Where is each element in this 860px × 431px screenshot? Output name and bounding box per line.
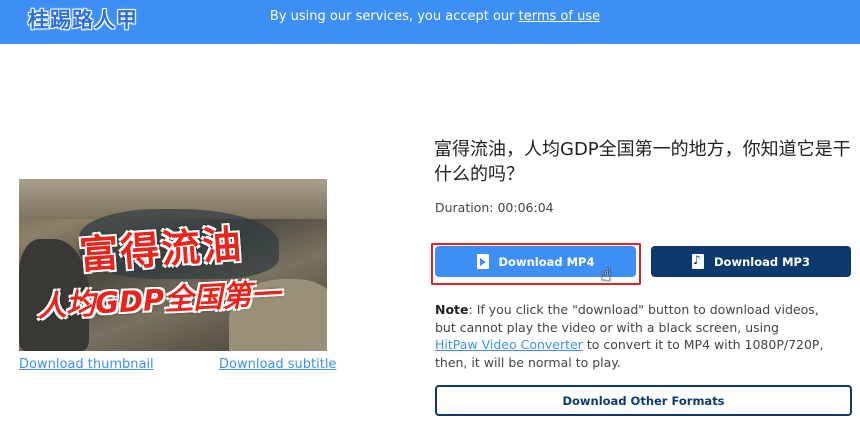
terms-notice-text: By using our services, you accept our <box>269 9 519 24</box>
terms-notice: By using our services, you accept our te… <box>0 9 860 24</box>
download-other-formats-button[interactable]: Download Other Formats <box>435 385 852 416</box>
video-title: 富得流油，人均GDP全国第一的地方，你知道它是干什么的吗？ <box>434 139 851 185</box>
download-mp3-button[interactable]: Download MP3 <box>651 246 851 277</box>
hand-pointer-icon: ☝ <box>600 264 612 286</box>
note-label: Note <box>435 302 469 317</box>
download-note: Note: If you click the "download" button… <box>435 301 825 371</box>
thumbnail-caption-line1: 富得流油 <box>77 222 245 279</box>
top-notice-bar: 桂踢路人甲 By using our services, you accept … <box>0 0 860 44</box>
download-thumbnail-link[interactable]: Download thumbnail <box>19 357 154 372</box>
music-file-icon <box>692 253 704 269</box>
terms-of-use-link[interactable]: terms of use <box>519 9 600 24</box>
download-mp4-label: Download MP4 <box>498 254 595 269</box>
download-other-formats-label: Download Other Formats <box>562 393 725 408</box>
video-duration: Duration: 00:06:04 <box>435 200 554 215</box>
video-file-icon <box>476 254 489 269</box>
download-subtitle-link[interactable]: Download subtitle <box>219 357 336 372</box>
download-mp3-label: Download MP3 <box>714 254 810 269</box>
video-thumbnail: 富得流油 人均GDP全国第一 <box>19 179 327 351</box>
hitpaw-converter-link[interactable]: HitPaw Video Converter <box>435 337 583 352</box>
note-text-before: : If you click the "download" button to … <box>435 302 819 335</box>
